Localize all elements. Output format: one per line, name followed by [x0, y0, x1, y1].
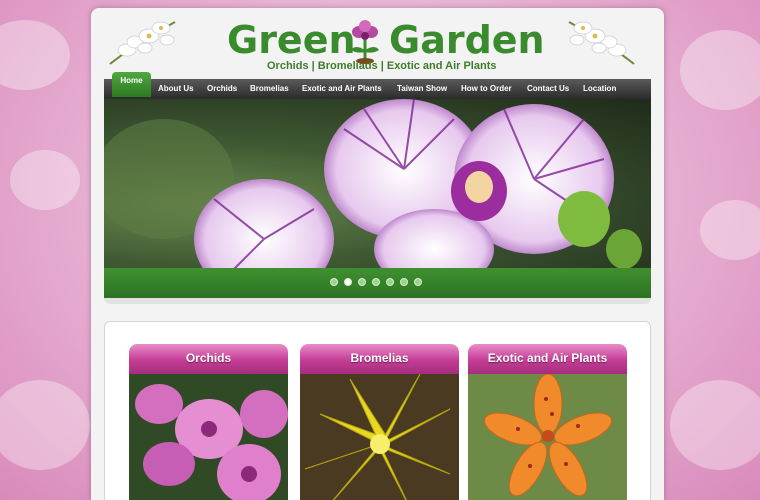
nav-exotic-air-plants[interactable]: Exotic and Air Plants: [302, 84, 382, 93]
category-title[interactable]: Exotic and Air Plants: [468, 344, 627, 374]
slider-dot-3[interactable]: [358, 278, 366, 286]
background-orchid: [700, 200, 760, 260]
nav-taiwan-show[interactable]: Taiwan Show: [397, 84, 447, 93]
slider-dot-4[interactable]: [372, 278, 380, 286]
yellow-bromelia-photo[interactable]: [300, 374, 459, 500]
category-title[interactable]: Bromelias: [300, 344, 459, 374]
nav-bromelias[interactable]: Bromelias: [250, 84, 289, 93]
slider-dot-7[interactable]: [414, 278, 422, 286]
nav-location[interactable]: Location: [583, 84, 616, 93]
slider-shadow: [104, 298, 651, 304]
nav-how-to-order[interactable]: How to Order: [461, 84, 512, 93]
background-orchid: [0, 20, 70, 90]
background-orchid: [10, 150, 80, 210]
slider-dot-6[interactable]: [400, 278, 408, 286]
orchid-photo: [104, 99, 642, 276]
category-title[interactable]: Orchids: [129, 344, 288, 374]
category-card-orchids[interactable]: Orchids: [129, 344, 288, 500]
nav-contact-us[interactable]: Contact Us: [527, 84, 569, 93]
nav-home[interactable]: Home: [112, 72, 151, 97]
orange-lily-photo[interactable]: [468, 374, 627, 500]
nav-about-us[interactable]: About Us: [158, 84, 194, 93]
category-card-bromelias[interactable]: Bromelias: [300, 344, 459, 500]
pink-orchids-photo[interactable]: [129, 374, 288, 500]
slider-dot-5[interactable]: [386, 278, 394, 286]
slider-dot-2[interactable]: [344, 278, 352, 286]
background-orchid: [680, 30, 760, 110]
nav-orchids[interactable]: Orchids: [207, 84, 237, 93]
slider-dot-1[interactable]: [330, 278, 338, 286]
main-nav: Home About Us Orchids Bromelias Exotic a…: [104, 72, 651, 99]
layout-frame: Home About Us Orchids Bromelias Exotic a…: [91, 8, 664, 500]
hero-slider-image[interactable]: [104, 99, 651, 276]
category-card-exotic-air-plants[interactable]: Exotic and Air Plants: [468, 344, 627, 500]
background-orchid: [670, 380, 760, 470]
background-orchid: [0, 380, 90, 470]
